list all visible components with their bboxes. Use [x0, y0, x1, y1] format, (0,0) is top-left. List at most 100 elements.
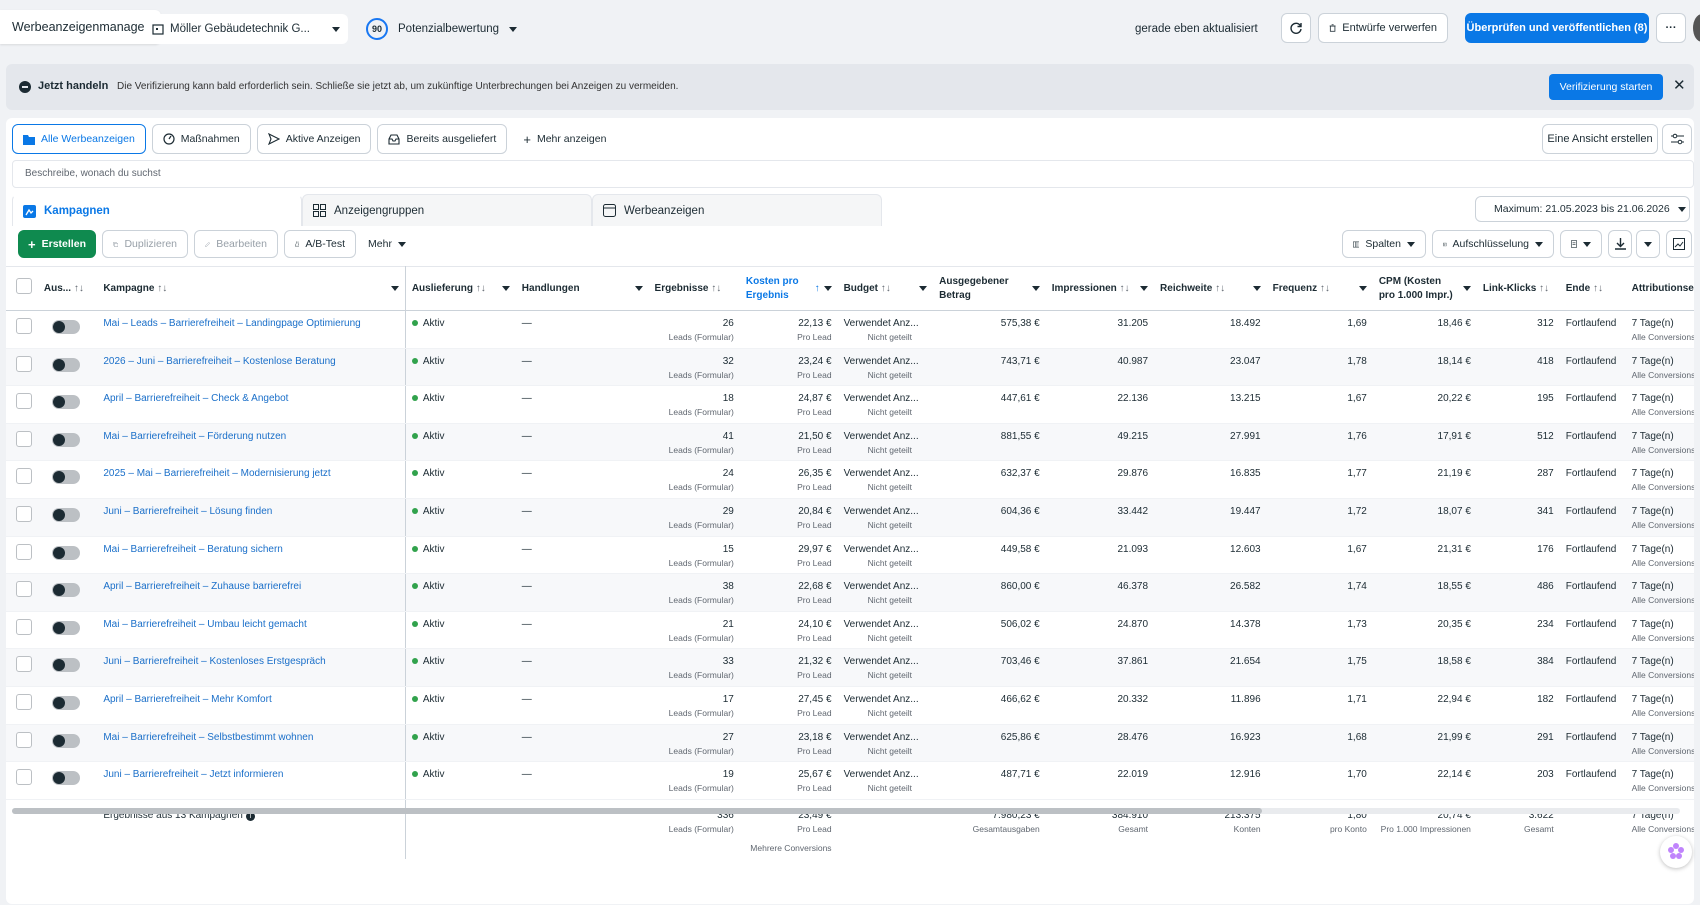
discard-drafts-button[interactable]: Entwürfe verwerfen — [1318, 13, 1448, 43]
row-checkbox[interactable] — [6, 686, 38, 725]
budget-cell[interactable]: Verwendet Anz... Nicht geteilt — [837, 761, 934, 800]
row-checkbox[interactable] — [6, 611, 38, 650]
delivery-toggle[interactable] — [37, 648, 98, 687]
duplicate-button[interactable]: Duplizieren — [102, 230, 188, 258]
budget-cell[interactable]: Verwendet Anz... Nicht geteilt — [837, 348, 934, 387]
edit-button[interactable]: Bearbeiten — [194, 230, 278, 258]
campaign-name-link[interactable]: Juni – Barrierefreiheit – Kostenloses Er… — [97, 648, 406, 687]
charts-button[interactable] — [1666, 230, 1692, 258]
export-button[interactable] — [1608, 230, 1632, 258]
budget-cell[interactable]: Verwendet Anz... Nicht geteilt — [837, 724, 934, 763]
potential-score-selector[interactable]: Potenzialbewertung — [398, 14, 518, 44]
budget-cell[interactable]: Verwendet Anz... Nicht geteilt — [837, 423, 934, 462]
budget-cell[interactable]: Verwendet Anz... Nicht geteilt — [837, 460, 934, 499]
budget-cell[interactable]: Verwendet Anz... Nicht geteilt — [837, 385, 934, 424]
avatar[interactable] — [1693, 14, 1700, 42]
tab-show-more[interactable]: + Mehr anzeigen — [513, 124, 617, 154]
search-input[interactable]: Beschreibe, wonach du suchst — [12, 160, 1694, 188]
col-results[interactable]: Ergebnisse ↑↓ — [648, 266, 740, 311]
budget-cell[interactable]: Verwendet Anz... Nicht geteilt — [837, 648, 934, 687]
col-link-clicks[interactable]: Link-Klicks ↑↓ — [1476, 266, 1560, 311]
app-title[interactable]: Werbeanzeigenmanager — [0, 10, 161, 44]
export-options-button[interactable] — [1636, 230, 1660, 258]
budget-cell[interactable]: Verwendet Anz... Nicht geteilt — [837, 573, 934, 612]
tab-campaigns[interactable]: Kampagnen — [12, 194, 302, 226]
potential-score-badge[interactable]: 90 — [366, 18, 388, 40]
col-cost-per-result[interactable]: Kosten pro Ergebnis ↑ — [739, 266, 838, 311]
view-settings-button[interactable] — [1662, 124, 1692, 154]
col-impressions[interactable]: Impressionen ↑↓ — [1045, 266, 1155, 311]
delivery-toggle[interactable] — [37, 611, 98, 650]
row-checkbox[interactable] — [6, 573, 38, 612]
table-row[interactable]: Juni – Barrierefreiheit – Kostenloses Er… — [6, 648, 1694, 687]
table-row[interactable]: 2025 – Mai – Barrierefreiheit – Modernis… — [6, 460, 1694, 499]
tab-ads[interactable]: Werbeanzeigen — [592, 194, 882, 226]
account-selector[interactable]: Möller Gebäudetechnik G... — [144, 14, 348, 44]
campaign-name-link[interactable]: 2026 – Juni – Barrierefreiheit – Kostenl… — [97, 348, 406, 387]
row-checkbox[interactable] — [6, 761, 38, 800]
row-checkbox[interactable] — [6, 648, 38, 687]
campaign-name-link[interactable]: Mai – Leads – Barrierefreiheit – Landing… — [97, 310, 406, 349]
table-row[interactable]: 2026 – Juni – Barrierefreiheit – Kostenl… — [6, 348, 1694, 387]
table-row[interactable]: April – Barrierefreiheit – Mehr Komfort A… — [6, 686, 1694, 725]
col-actions[interactable]: Handlungen — [515, 266, 649, 311]
col-cpm[interactable]: CPM (Kosten pro 1.000 Impr.) — [1372, 266, 1477, 311]
row-checkbox[interactable] — [6, 385, 38, 424]
row-checkbox[interactable] — [6, 460, 38, 499]
delivery-toggle[interactable] — [37, 686, 98, 725]
campaign-name-link[interactable]: Mai – Barrierefreiheit – Förderung nutze… — [97, 423, 406, 462]
campaign-name-link[interactable]: Juni – Barrierefreiheit – Lösung finden — [97, 498, 406, 537]
tab-all-ads[interactable]: Alle Werbeanzeigen — [12, 124, 146, 154]
tab-actions[interactable]: Maßnahmen — [151, 124, 251, 154]
campaign-name-link[interactable]: April – Barrierefreiheit – Mehr Komfort — [97, 686, 406, 725]
table-row[interactable]: Mai – Barrierefreiheit – Beratung sicher… — [6, 536, 1694, 575]
scrollbar-thumb[interactable] — [12, 808, 1262, 814]
tab-active-ads[interactable]: Aktive Anzeigen — [256, 124, 372, 154]
delivery-toggle[interactable] — [37, 460, 98, 499]
campaign-name-link[interactable]: Mai – Barrierefreiheit – Beratung sicher… — [97, 536, 406, 575]
reports-button[interactable] — [1560, 230, 1602, 258]
close-icon[interactable]: ✕ — [1673, 76, 1686, 94]
delivery-toggle[interactable] — [37, 761, 98, 800]
col-attribution[interactable]: Attributionsein — [1625, 266, 1694, 311]
campaign-name-link[interactable]: April – Barrierefreiheit – Check & Angeb… — [97, 385, 406, 424]
delivery-toggle[interactable] — [37, 310, 98, 349]
delivery-toggle[interactable] — [37, 724, 98, 763]
campaign-name-link[interactable]: April – Barrierefreiheit – Zuhause barri… — [97, 573, 406, 612]
budget-cell[interactable]: Verwendet Anz... Nicht geteilt — [837, 536, 934, 575]
table-row[interactable]: Juni – Barrierefreiheit – Jetzt informie… — [6, 761, 1694, 800]
ab-test-button[interactable]: A/B-Test — [284, 230, 356, 258]
create-button[interactable]: + Erstellen — [18, 230, 96, 258]
breakdown-button[interactable]: Aufschlüsselung — [1432, 230, 1554, 258]
row-checkbox[interactable] — [6, 536, 38, 575]
delivery-toggle[interactable] — [37, 573, 98, 612]
horizontal-scrollbar[interactable] — [12, 808, 1680, 814]
budget-cell[interactable]: Verwendet Anz... Nicht geteilt — [837, 686, 934, 725]
help-assistant-button[interactable] — [1660, 836, 1692, 868]
review-publish-button[interactable]: Überprüfen und veröffentlichen (8) — [1465, 13, 1649, 43]
budget-cell[interactable]: Verwendet Anz... Nicht geteilt — [837, 611, 934, 650]
campaign-name-link[interactable]: 2025 – Mai – Barrierefreiheit – Modernis… — [97, 460, 406, 499]
tab-delivered[interactable]: Bereits ausgeliefert — [377, 124, 508, 154]
col-delivery[interactable]: Auslieferung ↑↓ — [405, 266, 516, 311]
select-all-checkbox[interactable] — [6, 266, 38, 311]
table-row[interactable]: Mai – Barrierefreiheit – Umbau leicht ge… — [6, 611, 1694, 650]
col-amount-spent[interactable]: Ausgegebener Betrag — [933, 266, 1046, 311]
delivery-toggle[interactable] — [37, 536, 98, 575]
table-row[interactable]: Mai – Barrierefreiheit – Förderung nutze… — [6, 423, 1694, 462]
delivery-toggle[interactable] — [37, 423, 98, 462]
create-view-button[interactable]: Eine Ansicht erstellen — [1542, 124, 1658, 154]
col-budget[interactable]: Budget ↑↓ — [837, 266, 934, 311]
table-row[interactable]: Mai – Leads – Barrierefreiheit – Landing… — [6, 310, 1694, 349]
table-row[interactable]: April – Barrierefreiheit – Zuhause barri… — [6, 573, 1694, 612]
col-delivery-toggle[interactable]: Aus... ↑↓ — [37, 266, 98, 311]
col-frequency[interactable]: Frequenz ↑↓ — [1266, 266, 1373, 311]
budget-cell[interactable]: Verwendet Anz... Nicht geteilt — [837, 498, 934, 537]
date-range-picker[interactable]: Maximum: 21.05.2023 bis 21.06.2026 — [1475, 196, 1690, 222]
campaign-name-link[interactable]: Mai – Barrierefreiheit – Umbau leicht ge… — [97, 611, 406, 650]
campaign-name-link[interactable]: Juni – Barrierefreiheit – Jetzt informie… — [97, 761, 406, 800]
start-verification-button[interactable]: Verifizierung starten — [1549, 74, 1663, 100]
columns-button[interactable]: Spalten — [1342, 230, 1426, 258]
col-end[interactable]: Ende ↑↓ — [1559, 266, 1626, 311]
refresh-button[interactable] — [1281, 13, 1311, 43]
